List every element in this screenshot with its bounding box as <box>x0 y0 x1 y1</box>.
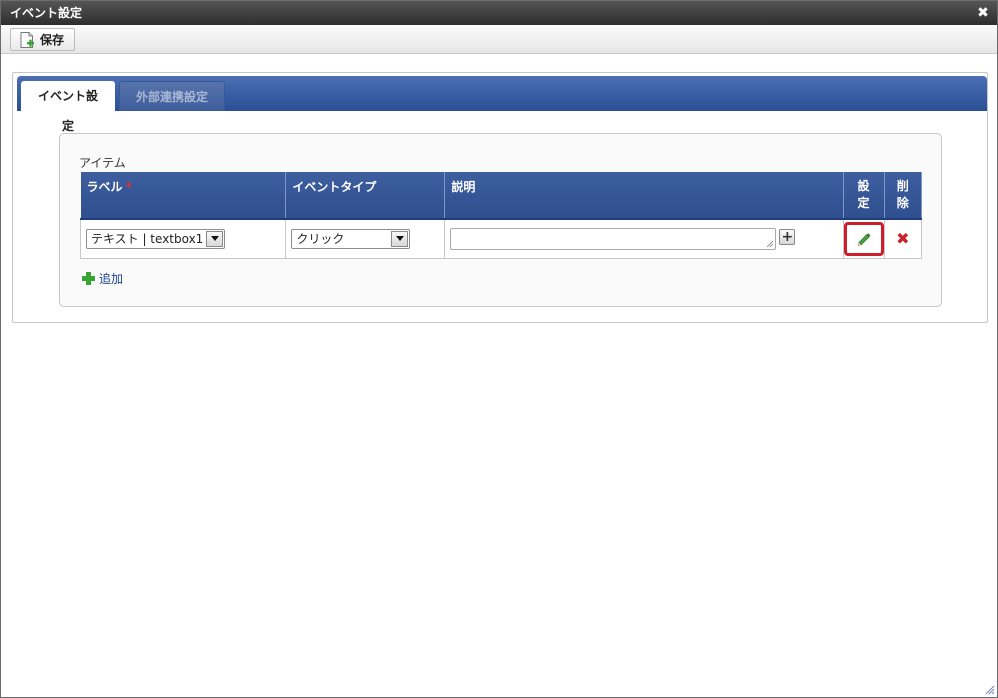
chevron-down-icon[interactable] <box>391 230 409 247</box>
edit-settings-button[interactable] <box>843 221 884 256</box>
chevron-down-icon[interactable] <box>206 230 223 247</box>
event-settings-panel: イベント設定 外部連携設定 アイテム ラベル * イベントタイプ 説明 設定 削除 <box>12 72 988 323</box>
table-row: テキスト | textbox1 クリック + ✖ <box>79 219 923 259</box>
required-mark: * <box>125 180 132 194</box>
column-header-event-type: イベントタイプ <box>285 172 446 220</box>
event-type-select-value: クリック <box>296 232 345 247</box>
settings-cell <box>842 219 885 259</box>
event-type-select[interactable]: クリック <box>291 228 411 249</box>
table-header-row: ラベル * イベントタイプ 説明 設定 削除 <box>80 172 923 220</box>
label-header-text: ラベル <box>86 180 123 194</box>
tab-external-integration[interactable]: 外部連携設定 <box>119 81 225 111</box>
tab-event-settings[interactable]: イベント設定 <box>21 81 115 133</box>
expand-plus-icon[interactable]: + <box>779 228 796 245</box>
close-icon[interactable]: ✖ <box>975 1 991 25</box>
column-header-label: ラベル * <box>80 172 287 220</box>
delete-cell: ✖ <box>883 219 923 259</box>
dialog-window: イベント設定 ✖ 保存 イベント設定 外部連携設定 アイテム ラベル * イベン… <box>0 0 998 698</box>
event-type-cell: クリック <box>285 219 446 259</box>
column-header-description: 説明 <box>444 172 844 220</box>
save-document-icon <box>20 31 34 48</box>
item-fieldset: アイテム ラベル * イベントタイプ 説明 設定 削除 テキスト | textb… <box>59 133 942 307</box>
delete-header-text: 削除 <box>896 179 909 210</box>
toolbar: 保存 <box>1 25 997 54</box>
tab-bar: イベント設定 外部連携設定 <box>17 76 987 133</box>
save-label: 保存 <box>40 33 65 47</box>
delete-x-icon[interactable]: ✖ <box>896 229 909 248</box>
event-table: ラベル * イベントタイプ 説明 設定 削除 テキスト | textbox1 ク… <box>79 172 923 259</box>
add-label: 追加 <box>99 272 124 286</box>
column-header-settings: 設定 <box>843 172 885 220</box>
label-cell: テキスト | textbox1 <box>79 219 287 259</box>
title-bar: イベント設定 ✖ <box>1 1 997 25</box>
description-textarea[interactable] <box>450 227 777 250</box>
window-title: イベント設定 <box>10 6 83 20</box>
pencil-icon <box>857 233 870 246</box>
save-button[interactable]: 保存 <box>10 28 76 51</box>
section-legend: アイテム <box>79 156 126 170</box>
resize-grip-icon[interactable] <box>983 683 995 695</box>
settings-header-text: 設定 <box>857 179 870 210</box>
label-select-value: テキスト | textbox1 <box>91 232 204 247</box>
add-plus-icon <box>82 272 95 285</box>
add-item-link[interactable]: 追加 <box>82 270 123 287</box>
label-select[interactable]: テキスト | textbox1 <box>86 228 225 249</box>
description-cell: + <box>444 219 844 259</box>
column-header-delete: 削除 <box>884 172 923 220</box>
